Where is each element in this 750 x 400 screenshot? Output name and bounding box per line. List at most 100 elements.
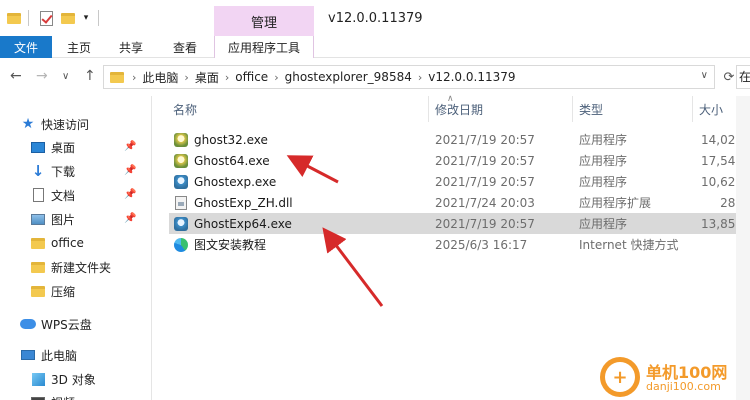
column-header-date[interactable]: 修改日期 bbox=[435, 96, 483, 122]
nav-this-pc[interactable]: 此电脑 bbox=[20, 345, 77, 365]
file-type: 应用程序 bbox=[579, 133, 628, 147]
recent-locations-chevron-icon[interactable]: ∨ bbox=[62, 71, 69, 82]
nav-label: 图片 bbox=[51, 212, 76, 227]
nav-item-compressed[interactable]: 压缩 bbox=[30, 281, 75, 301]
navigation-pane: ★ 快速访问 桌面 📌 ↓ 下载 📌 文档 📌 图片 📌 office 新建文件… bbox=[0, 96, 152, 400]
ribbon-tabs: 文件 主页 共享 查看 应用程序工具 bbox=[0, 36, 750, 58]
tab-home[interactable]: 主页 bbox=[58, 36, 100, 58]
file-row[interactable]: ghost32.exe 2021/7/19 20:57 应用程序 14,027 bbox=[169, 129, 750, 150]
nav-3d-objects[interactable]: 3D 对象 bbox=[30, 369, 96, 389]
tab-file[interactable]: 文件 bbox=[0, 36, 52, 58]
nav-label: 新建文件夹 bbox=[51, 260, 112, 275]
pin-icon[interactable]: 📌 bbox=[124, 141, 136, 152]
quick-access-dropdown-icon[interactable]: ▾ bbox=[80, 9, 92, 27]
column-header-name[interactable]: 名称 bbox=[173, 96, 197, 122]
file-date: 2021/7/19 20:57 bbox=[435, 153, 535, 168]
file-date: 2021/7/19 20:57 bbox=[435, 216, 535, 231]
nav-item-downloads[interactable]: ↓ 下载 bbox=[30, 161, 75, 181]
column-header-size[interactable]: 大小 bbox=[699, 96, 723, 122]
forward-arrow-icon[interactable]: → bbox=[36, 68, 48, 84]
nav-item-new-folder[interactable]: 新建文件夹 bbox=[30, 257, 111, 277]
nav-label: 桌面 bbox=[51, 140, 76, 155]
tab-application-tools[interactable]: 应用程序工具 bbox=[214, 36, 314, 58]
breadcrumb-this-pc[interactable]: 此电脑 bbox=[138, 69, 182, 86]
nav-label: 下载 bbox=[51, 164, 76, 179]
breadcrumb-ghostexplorer[interactable]: ghostexplorer_98584 bbox=[281, 70, 416, 84]
nav-label: 压缩 bbox=[51, 284, 76, 299]
address-bar-row: ← → ∨ ↑ › 此电脑 › 桌面 › office › ghostexplo… bbox=[0, 63, 750, 91]
file-row-selected[interactable]: GhostExp64.exe 2021/7/19 20:57 应用程序 13,8… bbox=[169, 213, 750, 234]
nav-quick-access[interactable]: ★ 快速访问 bbox=[20, 114, 89, 134]
pin-icon[interactable]: 📌 bbox=[124, 165, 136, 176]
ghost-exe-icon bbox=[173, 153, 189, 169]
ghost-exe-icon bbox=[173, 132, 189, 148]
file-type: 应用程序扩展 bbox=[579, 196, 652, 210]
file-name: ghost32.exe bbox=[194, 132, 268, 147]
file-row[interactable]: Ghost64.exe 2021/7/19 20:57 应用程序 17,545 bbox=[169, 150, 750, 171]
column-header-type[interactable]: 类型 bbox=[579, 96, 603, 122]
search-input[interactable]: 在 bbox=[736, 65, 750, 89]
manage-context-tab[interactable]: 管理 bbox=[214, 6, 314, 36]
chevron-right-icon[interactable]: › bbox=[182, 71, 190, 84]
watermark: + 单机100网 danji100.com bbox=[600, 355, 750, 400]
chevron-right-icon[interactable]: › bbox=[223, 71, 231, 84]
download-icon: ↓ bbox=[31, 162, 45, 180]
file-name: GhostExp64.exe bbox=[194, 216, 292, 231]
nav-label: 此电脑 bbox=[41, 348, 78, 363]
address-dropdown-icon[interactable]: ∨ bbox=[701, 70, 708, 81]
pin-icon[interactable]: 📌 bbox=[124, 213, 136, 224]
nav-item-office[interactable]: office bbox=[30, 233, 84, 253]
tab-view[interactable]: 查看 bbox=[164, 36, 206, 58]
computer-icon bbox=[20, 347, 36, 363]
new-folder-icon[interactable] bbox=[60, 9, 76, 27]
chevron-right-icon[interactable]: › bbox=[130, 71, 138, 84]
tab-share[interactable]: 共享 bbox=[110, 36, 152, 58]
watermark-url: danji100.com bbox=[646, 380, 721, 393]
file-name: Ghostexp.exe bbox=[194, 174, 277, 189]
nav-item-desktop[interactable]: 桌面 bbox=[30, 137, 75, 157]
file-type: 应用程序 bbox=[579, 154, 628, 168]
file-row[interactable]: GhostExp_ZH.dll 2021/7/24 20:03 应用程序扩展 2… bbox=[169, 192, 750, 213]
nav-label: WPS云盘 bbox=[41, 317, 92, 332]
file-type: Internet 快捷方式 bbox=[579, 238, 679, 252]
nav-label: office bbox=[51, 236, 84, 250]
breadcrumb-desktop[interactable]: 桌面 bbox=[191, 69, 223, 86]
file-row[interactable]: Ghostexp.exe 2021/7/19 20:57 应用程序 10,621 bbox=[169, 171, 750, 192]
nav-label: 3D 对象 bbox=[51, 372, 96, 387]
watermark-logo-icon: + bbox=[600, 357, 640, 397]
back-arrow-icon[interactable]: ← bbox=[10, 68, 22, 84]
nav-videos[interactable]: 视频 bbox=[30, 392, 75, 400]
pin-icon[interactable]: 📌 bbox=[124, 189, 136, 200]
up-arrow-icon[interactable]: ↑ bbox=[84, 68, 96, 84]
column-divider[interactable] bbox=[572, 96, 573, 122]
file-name: GhostExp_ZH.dll bbox=[194, 195, 293, 210]
column-divider[interactable] bbox=[428, 96, 429, 122]
address-field[interactable]: › 此电脑 › 桌面 › office › ghostexplorer_9858… bbox=[103, 65, 715, 89]
folder-icon[interactable] bbox=[6, 9, 22, 27]
chevron-right-icon[interactable]: › bbox=[416, 71, 424, 84]
breadcrumb-office[interactable]: office bbox=[231, 70, 272, 84]
properties-icon[interactable] bbox=[38, 9, 54, 27]
internet-shortcut-icon bbox=[173, 237, 189, 253]
breadcrumb-version[interactable]: v12.0.0.11379 bbox=[424, 70, 519, 84]
video-icon bbox=[30, 394, 46, 400]
desktop-icon bbox=[30, 139, 46, 155]
file-date: 2021/7/19 20:57 bbox=[435, 174, 535, 189]
toolbar-divider bbox=[98, 10, 99, 26]
cube-icon bbox=[30, 371, 46, 387]
nav-item-pictures[interactable]: 图片 bbox=[30, 209, 75, 229]
file-type: 应用程序 bbox=[579, 217, 628, 231]
toolbar-divider bbox=[28, 10, 29, 26]
star-icon: ★ bbox=[21, 116, 35, 132]
file-row[interactable]: 图文安装教程 2025/6/3 16:17 Internet 快捷方式 1 bbox=[169, 234, 750, 255]
folder-icon bbox=[30, 283, 46, 299]
nav-wps-cloud[interactable]: WPS云盘 bbox=[20, 314, 92, 334]
file-name: 图文安装教程 bbox=[194, 238, 267, 252]
cloud-icon bbox=[20, 316, 36, 332]
file-type: 应用程序 bbox=[579, 175, 628, 189]
nav-item-documents[interactable]: 文档 bbox=[30, 185, 75, 205]
column-divider[interactable] bbox=[692, 96, 693, 122]
chevron-right-icon[interactable]: › bbox=[272, 71, 280, 84]
folder-icon bbox=[30, 259, 46, 275]
file-name: Ghost64.exe bbox=[194, 153, 270, 168]
